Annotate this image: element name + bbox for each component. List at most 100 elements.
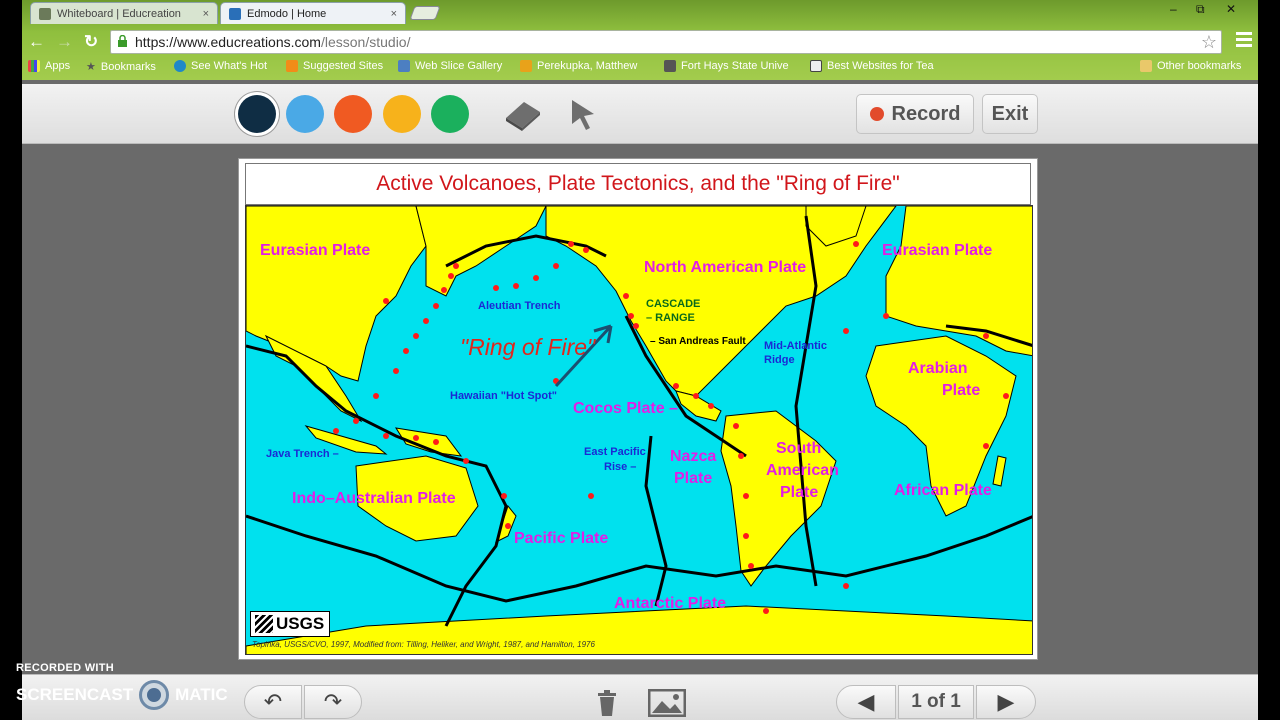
ring-of-fire-map: Eurasian Plate Eurasian Plate North Amer…	[245, 205, 1033, 655]
map-credit: Topinka, USGS/CVO, 1997, Modified from: …	[252, 640, 595, 649]
map-drawing	[246, 206, 1032, 654]
bookmark-bookmarks[interactable]: ★ Bookmarks	[86, 60, 156, 74]
whiteboard-toolbar: Record Exit	[22, 84, 1258, 144]
color-swatch-navy[interactable]	[238, 95, 276, 133]
page-indicator: 1 of 1	[898, 685, 974, 719]
label-eurasian-plate-right: Eurasian Plate	[882, 242, 993, 259]
right-margin	[1258, 0, 1280, 720]
browser-chrome: Whiteboard | Educreation × Edmodo | Home…	[22, 0, 1258, 80]
label-ring-of-fire: "Ring of Fire"	[460, 334, 596, 360]
forward-icon[interactable]: →	[56, 32, 73, 52]
color-swatch-yellow[interactable]	[383, 95, 421, 133]
url-path: /lesson/studio/	[320, 34, 411, 50]
menu-icon[interactable]	[1236, 32, 1252, 48]
label-arabian: Arabian	[908, 360, 968, 377]
sl-icon	[810, 60, 822, 72]
label-arabian-plate: Plate	[942, 382, 981, 399]
label-nazca-plate: Plate	[674, 470, 713, 487]
outlook-icon	[520, 60, 532, 72]
ie-icon	[174, 60, 186, 72]
label-north-american-plate: North American Plate	[644, 259, 807, 276]
screencast-ring-icon	[139, 680, 170, 710]
color-swatch-green[interactable]	[431, 95, 469, 133]
bookmark-star-icon[interactable]: ☆	[1201, 32, 1217, 53]
bookmark-apps[interactable]: Apps	[28, 60, 70, 72]
close-icon[interactable]: ×	[203, 8, 209, 20]
whiteboard-page[interactable]: Active Volcanoes, Plate Tectonics, and t…	[238, 158, 1038, 660]
label-aleutian-trench: Aleutian Trench	[478, 300, 561, 312]
label-nazca: Nazca	[670, 448, 717, 465]
trash-icon[interactable]	[596, 689, 618, 717]
apps-icon	[28, 60, 40, 72]
suggested-icon	[286, 60, 298, 72]
bookmark-see-whats-hot[interactable]: See What's Hot	[174, 60, 267, 72]
map-title: Active Volcanoes, Plate Tectonics, and t…	[245, 163, 1031, 205]
watermark-logo: SCREENCAST MATIC	[16, 680, 228, 710]
eraser-icon[interactable]	[502, 96, 544, 132]
minimize-icon[interactable]: –	[1170, 2, 1177, 16]
record-button[interactable]: Record	[856, 94, 974, 134]
label-east-pacific: East Pacific	[584, 446, 646, 458]
new-tab-button[interactable]	[409, 6, 441, 20]
image-icon[interactable]	[648, 689, 686, 717]
label-ridge: Ridge	[764, 354, 795, 366]
next-icon: ▶	[997, 689, 1015, 714]
label-south: South	[776, 440, 822, 457]
folder-icon	[1140, 60, 1152, 72]
label-java-trench: Java Trench –	[266, 448, 339, 460]
bookmark-fort-hays[interactable]: Fort Hays State Unive	[664, 60, 789, 72]
lock-icon	[118, 35, 127, 47]
label-antarctic-plate: Antarctic Plate	[614, 595, 727, 612]
star-icon: ★	[86, 61, 96, 73]
tab-title: Edmodo | Home	[247, 7, 327, 20]
bookmark-other[interactable]: Other bookmarks	[1140, 60, 1241, 72]
educreations-icon	[39, 7, 51, 20]
url-host: https://www.educreations.com	[135, 34, 321, 50]
color-swatch-orange[interactable]	[334, 95, 372, 133]
label-cascade: CASCADE	[646, 298, 701, 310]
address-bar[interactable]: https://www.educreations.com/lesson/stud…	[110, 30, 1222, 54]
usgs-logo: USGS	[250, 611, 330, 637]
bookmark-web-slice-gallery[interactable]: Web Slice Gallery	[398, 60, 502, 72]
reload-icon[interactable]: ↻	[84, 32, 98, 52]
tab-edmodo[interactable]: Edmodo | Home ×	[220, 2, 406, 24]
left-margin	[0, 0, 22, 720]
label-african-plate: African Plate	[894, 482, 992, 499]
label-indo-australian-plate: Indo–Australian Plate	[292, 490, 456, 507]
bookmark-suggested-sites[interactable]: Suggested Sites	[286, 60, 383, 72]
previous-icon: ◀	[857, 689, 875, 714]
watermark-recorded-with: RECORDED WITH	[16, 662, 115, 674]
bookmark-best-websites[interactable]: Best Websites for Tea	[810, 60, 934, 72]
close-window-icon[interactable]: ✕	[1226, 2, 1236, 16]
tab-bar: Whiteboard | Educreation × Edmodo | Home…	[22, 0, 1258, 26]
redo-button[interactable]: ↷	[304, 685, 362, 719]
undo-button[interactable]: ↶	[244, 685, 302, 719]
web-slice-icon	[398, 60, 410, 72]
restore-icon[interactable]: ⧉	[1196, 2, 1205, 17]
exit-button[interactable]: Exit	[982, 94, 1038, 134]
tab-whiteboard[interactable]: Whiteboard | Educreation ×	[30, 2, 218, 24]
redo-icon: ↷	[323, 689, 343, 714]
edmodo-icon	[229, 7, 241, 20]
bookmark-perekupka[interactable]: Perekupka, Matthew	[520, 60, 637, 72]
label-mid-atlantic: Mid-Atlantic	[764, 340, 827, 352]
label-pacific-plate: Pacific Plate	[514, 530, 609, 547]
label-cocos-plate: Cocos Plate –	[573, 400, 678, 417]
close-icon[interactable]: ×	[391, 8, 397, 20]
tab-title: Whiteboard | Educreation	[57, 7, 181, 20]
fort-hays-icon	[664, 60, 676, 72]
usgs-mark-icon	[255, 615, 273, 633]
undo-icon: ↶	[263, 689, 283, 714]
next-page-button[interactable]: ▶	[976, 685, 1036, 719]
back-icon[interactable]: ←	[28, 32, 45, 52]
label-south-american-plate: Plate	[780, 484, 819, 501]
label-cascade-range: – RANGE	[646, 312, 695, 324]
label-eurasian-plate-left: Eurasian Plate	[260, 242, 371, 259]
screen: Whiteboard | Educreation × Edmodo | Home…	[0, 0, 1280, 720]
previous-page-button[interactable]: ◀	[836, 685, 896, 719]
color-swatch-blue[interactable]	[286, 95, 324, 133]
pointer-icon[interactable]	[566, 96, 600, 132]
bookmarks-bar: Apps ★ Bookmarks See What's Hot Suggeste…	[22, 58, 1258, 78]
browser-toolbar: ← → ↻ https://www.educreations.com/lesso…	[22, 28, 1258, 56]
record-icon	[869, 107, 884, 121]
